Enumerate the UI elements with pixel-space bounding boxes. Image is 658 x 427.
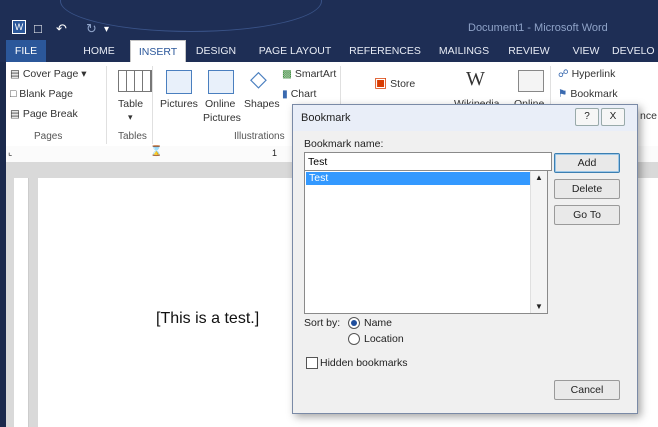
vertical-ruler[interactable] <box>14 178 29 427</box>
bookmark-name-label: Bookmark name: <box>304 138 384 150</box>
document-text-content: This is a test. <box>160 310 255 327</box>
group-tables-label: Tables <box>118 131 147 142</box>
undo-icon[interactable]: ↶ <box>56 21 67 37</box>
list-item[interactable]: Test <box>306 172 531 185</box>
delete-button[interactable]: Delete <box>554 179 620 199</box>
sort-by-label: Sort by: <box>304 317 341 329</box>
tab-file[interactable]: FILE <box>6 40 46 62</box>
hyperlink-label: Hyperlink <box>571 68 616 80</box>
smartart-label: SmartArt <box>294 68 337 80</box>
sort-name-radio[interactable] <box>348 317 360 329</box>
document-text[interactable]: [This is a test.] <box>156 310 259 328</box>
cross-reference-partial-label[interactable]: nce <box>640 110 657 122</box>
bookmark-icon: ⚑ <box>558 88 568 100</box>
group-illustrations-label: Illustrations <box>234 131 285 142</box>
sort-location-label[interactable]: Location <box>364 333 404 345</box>
store-label: Store <box>390 78 416 90</box>
online-video-icon[interactable] <box>518 70 544 92</box>
pictures-label[interactable]: Pictures <box>160 98 198 110</box>
online-pictures-label-2[interactable]: Pictures <box>203 112 241 124</box>
online-pictures-icon[interactable] <box>208 70 234 94</box>
page-break-icon: ▤ <box>10 108 20 121</box>
cover-page-button[interactable]: ▤ Cover Page ▾ <box>10 68 87 80</box>
table-dropdown-icon[interactable]: ▾ <box>128 112 133 123</box>
shapes-icon[interactable]: ◇ <box>250 66 267 92</box>
redo-icon[interactable]: ↻ <box>86 21 97 37</box>
tab-design[interactable]: DESIGN <box>192 40 240 62</box>
list-scrollbar[interactable]: ▲ ▼ <box>530 171 547 313</box>
sort-location-radio[interactable] <box>348 333 360 345</box>
scroll-up-icon[interactable]: ▲ <box>535 173 543 182</box>
title-bar: W □ ↶ ↻ ▾ Document1 - Microsoft Word <box>0 0 658 40</box>
blank-page-icon: □ <box>10 88 17 101</box>
add-button[interactable]: Add <box>554 153 620 173</box>
tab-review[interactable]: REVIEW <box>504 40 554 62</box>
tab-selector-icon[interactable]: ⌞ <box>8 147 12 158</box>
store-button[interactable]: ▣ Store <box>374 74 415 91</box>
smartart-button[interactable]: ▩ SmartArt <box>282 68 336 80</box>
tab-insert[interactable]: INSERT <box>130 40 186 63</box>
sort-name-label[interactable]: Name <box>364 317 392 329</box>
chart-button[interactable]: ▮ Chart <box>282 88 316 100</box>
bookmark-name-input[interactable] <box>304 152 552 171</box>
tab-page-layout[interactable]: PAGE LAYOUT <box>256 40 334 62</box>
chart-label: Chart <box>290 88 317 100</box>
tab-home[interactable]: HOME <box>72 40 126 62</box>
dialog-title-bar: Bookmark ? X <box>293 105 637 131</box>
blank-page-button[interactable]: □ Blank Page <box>10 88 73 100</box>
smartart-icon: ▩ <box>282 68 292 80</box>
chart-icon: ▮ <box>282 88 288 100</box>
online-pictures-label-1[interactable]: Online <box>205 98 235 110</box>
hidden-bookmarks-label[interactable]: Hidden bookmarks <box>320 357 408 369</box>
separator <box>152 66 153 144</box>
bookmark-button[interactable]: ⚑ Bookmark <box>558 88 618 100</box>
hidden-bookmarks-checkbox[interactable] <box>306 357 318 369</box>
customize-toolbar-icon[interactable]: ▾ <box>104 24 109 35</box>
decorative-arc <box>60 0 322 32</box>
page-break-label: Page Break <box>22 108 78 120</box>
help-button[interactable]: ? <box>575 108 599 126</box>
goto-button[interactable]: Go To <box>554 205 620 225</box>
hyperlink-button[interactable]: ☍ Hyperlink <box>558 68 615 80</box>
cover-page-icon: ▤ <box>10 68 20 81</box>
tab-mailings[interactable]: MAILINGS <box>432 40 496 62</box>
shapes-label[interactable]: Shapes <box>244 98 280 110</box>
page-break-button[interactable]: ▤ Page Break <box>10 108 78 120</box>
hyperlink-icon: ☍ <box>558 68 569 80</box>
cover-page-label: Cover Page <box>22 68 79 80</box>
cancel-button[interactable]: Cancel <box>554 380 620 400</box>
word-logo-icon: W <box>12 20 26 34</box>
table-icon[interactable] <box>118 70 152 92</box>
group-pages-label: Pages <box>34 131 63 142</box>
blank-page-label: Blank Page <box>19 88 73 100</box>
tab-view[interactable]: VIEW <box>566 40 606 62</box>
ruler-number: 1 <box>272 148 278 158</box>
scroll-down-icon[interactable]: ▼ <box>535 302 543 311</box>
indent-marker-icon[interactable]: ⌛ <box>150 146 162 157</box>
bookmark-label: Bookmark <box>570 88 618 100</box>
window-title: Document1 - Microsoft Word <box>468 22 608 34</box>
tab-references[interactable]: REFERENCES <box>346 40 424 62</box>
table-button-label[interactable]: Table <box>118 98 143 110</box>
wikipedia-icon[interactable]: W <box>466 68 485 91</box>
tab-developer[interactable]: DEVELO <box>612 40 658 62</box>
pictures-icon[interactable] <box>166 70 192 94</box>
separator <box>106 66 107 144</box>
close-button[interactable]: X <box>601 108 625 126</box>
store-icon: ▣ <box>374 74 388 90</box>
save-icon[interactable]: □ <box>34 21 42 36</box>
dialog-title: Bookmark <box>301 112 351 124</box>
bookmark-list[interactable]: Test ▲ ▼ <box>304 170 548 314</box>
